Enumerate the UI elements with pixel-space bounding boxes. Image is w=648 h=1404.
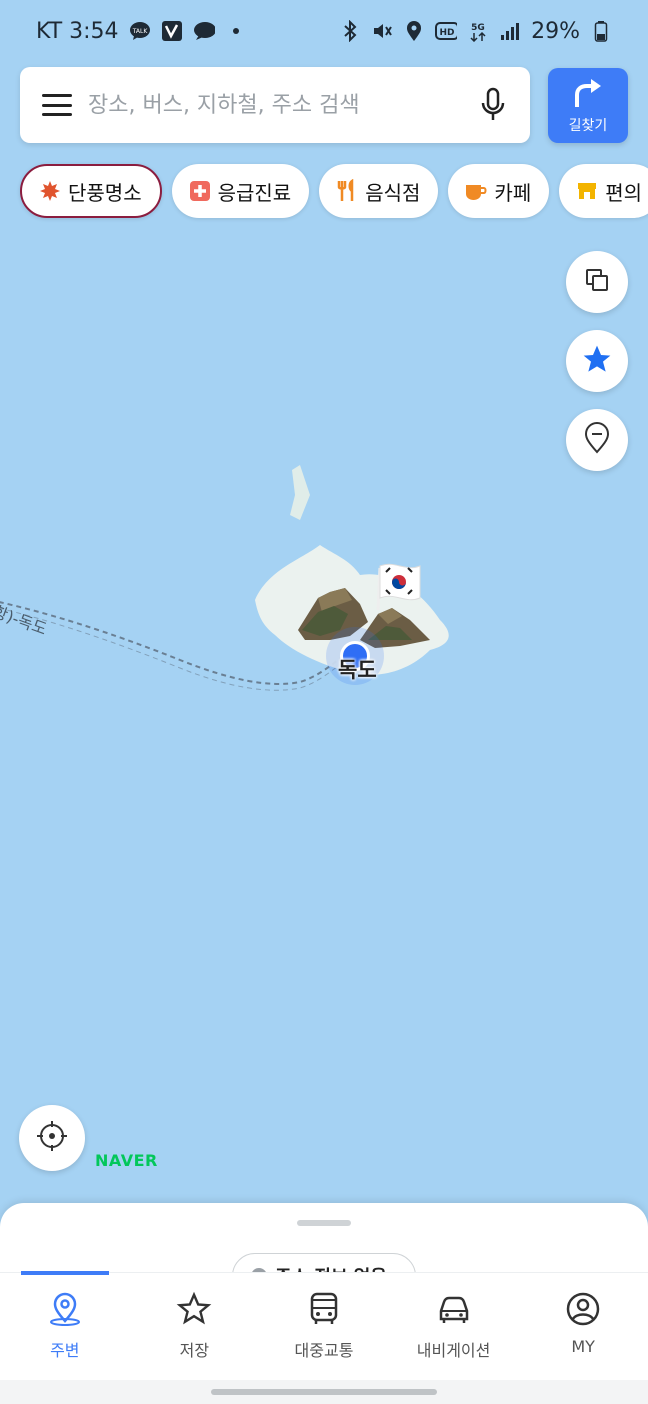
locate-me-button[interactable] [19, 1105, 85, 1171]
layers-button[interactable] [566, 251, 628, 313]
search-input[interactable] [86, 91, 478, 119]
tab-label: 주변 [50, 1341, 80, 1360]
directions-button[interactable]: 길찾기 [548, 68, 628, 143]
car-icon [436, 1291, 472, 1331]
chip-label: 응급진료 [217, 180, 292, 205]
chip-emergency[interactable]: 응급진료 [171, 164, 310, 218]
store-icon [575, 179, 599, 203]
bottom-tab-bar: 주변 저장 대중교통 내비게이션 MY [0, 1272, 648, 1381]
chip-autumn-foliage[interactable]: 단풍명소 [20, 164, 162, 218]
chip-restaurant[interactable]: 음식점 [319, 164, 439, 218]
tab-label: MY [571, 1337, 595, 1356]
medical-cross-icon [188, 179, 212, 203]
tab-label: 저장 [179, 1341, 210, 1360]
directions-button-label: 길찾기 [568, 117, 608, 134]
bus-icon [306, 1291, 342, 1331]
chip-label: 카페 [494, 180, 532, 205]
hamburger-menu-icon[interactable] [42, 94, 72, 116]
place-pin-icon [583, 422, 611, 458]
turn-right-arrow-icon [571, 77, 605, 113]
chip-convenience-store[interactable]: 편의 [559, 164, 648, 218]
star-outline-icon [176, 1291, 212, 1331]
profile-icon [565, 1291, 601, 1331]
around-pin-icon [47, 1291, 83, 1331]
chip-cafe[interactable]: 카페 [448, 164, 550, 218]
tab-my[interactable]: MY [518, 1273, 648, 1381]
crosshair-icon [35, 1119, 69, 1157]
chip-label: 단풍명소 [68, 180, 142, 205]
fork-knife-icon [335, 179, 359, 203]
chip-label: 편의 [605, 180, 643, 205]
microphone-icon[interactable] [478, 85, 508, 125]
category-chips: 단풍명소 응급진료 음식점 카페 편의 [20, 164, 648, 218]
tab-label: 내비게이션 [416, 1341, 491, 1360]
home-gesture-bar[interactable] [211, 1389, 437, 1395]
tab-navigation[interactable]: 내비게이션 [389, 1273, 519, 1381]
tab-transit[interactable]: 대중교통 [259, 1273, 389, 1381]
tab-around[interactable]: 주변 [0, 1273, 130, 1381]
layers-icon [583, 266, 611, 298]
sheet-drag-handle[interactable] [297, 1220, 351, 1226]
coffee-cup-icon [464, 179, 488, 203]
tab-saved[interactable]: 저장 [130, 1273, 260, 1381]
search-bar [20, 67, 530, 143]
active-tab-indicator [21, 1271, 109, 1275]
place-label-dokdo[interactable]: 독도 [338, 654, 377, 684]
system-nav-bar [0, 1380, 648, 1404]
chip-label: 음식점 [365, 180, 421, 205]
favorites-button[interactable] [566, 330, 628, 392]
tab-label: 대중교통 [294, 1341, 354, 1360]
favorites-star-icon [581, 343, 613, 379]
place-pin-button[interactable] [566, 409, 628, 471]
maple-leaf-icon [38, 179, 62, 203]
naver-logo: NAVER [95, 1151, 158, 1170]
